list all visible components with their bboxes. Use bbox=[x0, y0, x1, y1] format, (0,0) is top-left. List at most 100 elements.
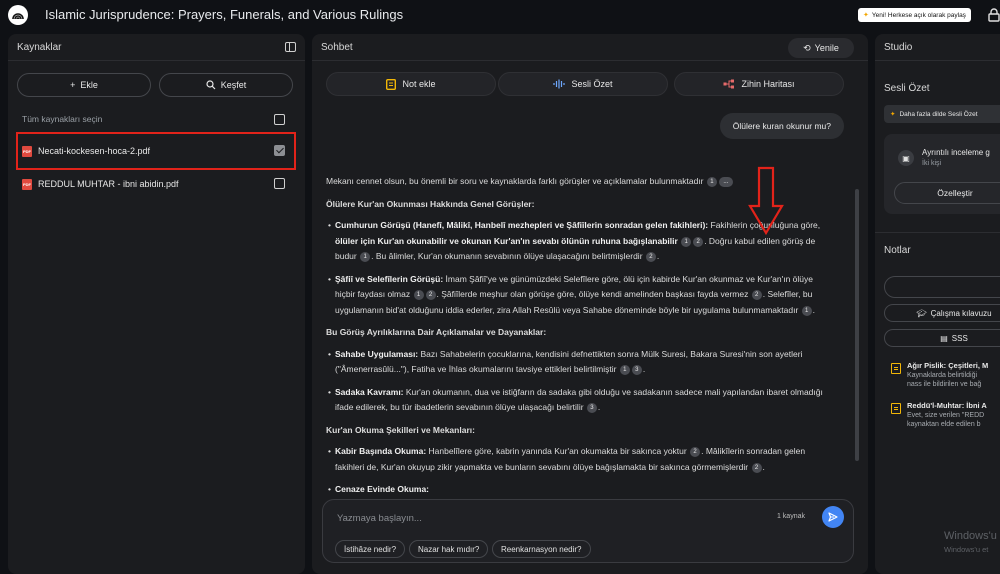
source-name: REDDUL MUHTAR - ibni abidin.pdf bbox=[38, 179, 179, 189]
audio-overview-card: ▣ Ayrıntılı inceleme g İki kişi Özelleşt… bbox=[884, 134, 1000, 214]
lock-icon[interactable] bbox=[988, 8, 1000, 22]
send-icon bbox=[828, 512, 838, 522]
citation-ref[interactable]: 1 bbox=[360, 252, 371, 262]
chat-title: Sohbet bbox=[321, 41, 353, 53]
add-source-label: Ekle bbox=[80, 80, 98, 90]
study-guide-label: Çalışma kılavuzu bbox=[930, 308, 992, 318]
graduation-cap-icon: 🎓︎ bbox=[916, 308, 927, 318]
source-count: 1 kaynak bbox=[776, 513, 805, 520]
select-all-checkbox[interactable] bbox=[274, 114, 285, 125]
study-guide-button[interactable]: 🎓︎ Çalışma kılavuzu bbox=[884, 304, 1000, 322]
bullet-bold: Sahabe Uygulaması: bbox=[335, 348, 419, 359]
note-body-line: Kaynaklarda belirtildiği bbox=[907, 372, 978, 379]
app-logo-icon[interactable] bbox=[8, 5, 28, 25]
refresh-button[interactable]: ⟲ Yenile bbox=[788, 38, 854, 58]
source-checkbox[interactable] bbox=[274, 178, 285, 189]
collapse-panel-icon[interactable] bbox=[285, 42, 296, 52]
sources-panel: Kaynaklar + Ekle Keşfet Tüm kaynakları s… bbox=[8, 34, 305, 574]
citation-ref[interactable]: 2 bbox=[690, 447, 701, 457]
citation-ref[interactable]: 2 bbox=[425, 290, 436, 300]
card-subtitle: İki kişi bbox=[922, 160, 942, 167]
discover-search-icon bbox=[206, 80, 216, 90]
add-source-button[interactable]: + Ekle bbox=[17, 73, 151, 97]
sources-title: Kaynaklar bbox=[17, 41, 62, 53]
refresh-icon: ⟲ bbox=[803, 42, 811, 53]
citation-ref[interactable]: 2 bbox=[751, 462, 762, 473]
citation-ref[interactable]: 1 bbox=[706, 177, 717, 187]
answer-bullet: Sadaka Kavramı: Kur'an okumanın, dua ve … bbox=[326, 385, 826, 416]
add-note-plus-button[interactable]: + bbox=[884, 276, 1000, 298]
bullet-text: Hanbelîlere göre, kabrin yanında Kur'an … bbox=[426, 446, 687, 456]
send-button[interactable] bbox=[822, 506, 844, 528]
suggestion-chip[interactable]: İstihâze nedir? bbox=[335, 540, 406, 558]
discover-sources-button[interactable]: Keşfet bbox=[159, 73, 293, 97]
sources-header: Kaynaklar bbox=[8, 34, 305, 61]
bullet-bold: Sadaka Kavramı: bbox=[335, 386, 404, 397]
chat-scrollbar[interactable] bbox=[855, 189, 859, 461]
note-body-line: nass ile bildirilen ve bağ bbox=[907, 381, 982, 388]
bullet-bold: Cumhurun Görüşü (Hanefî, Mâlikî, Hanbelî… bbox=[335, 220, 709, 230]
answer-bullet: Cenaze Evinde Okuma: bbox=[326, 482, 826, 498]
note-body: Evet, size verilen "REDD kaynaktan elde e… bbox=[907, 411, 984, 429]
chat-panel: Sohbet ⟲ Yenile Not ekle Sesli Özet Zihi… bbox=[312, 34, 868, 574]
studio-panel: Studio Sesli Özet ✦ Daha fazla dilde Ses… bbox=[875, 34, 1000, 574]
studio-header: Studio bbox=[875, 34, 1000, 61]
sparkle-icon: ✦ bbox=[890, 111, 896, 118]
bullet-text: . Şâfiîlerde meşhur olan görüşe göre, öl… bbox=[436, 289, 749, 299]
note-icon bbox=[386, 78, 397, 90]
note-title: Reddü'l-Muhtar: İbni A bbox=[907, 401, 987, 410]
pdf-icon: PDF bbox=[22, 178, 32, 190]
chat-header: Sohbet bbox=[312, 34, 868, 61]
chat-input-box: 1 kaynak İstihâze nedir? Nazar hak mıdır… bbox=[322, 499, 854, 563]
refresh-label: Yenile bbox=[814, 43, 839, 53]
note-body: Kaynaklarda belirtildiği nass ile bildiri… bbox=[907, 371, 981, 389]
bullet-bold: ölüler için Kur'an okunabilir ve okunan … bbox=[335, 235, 678, 246]
discover-label: Keşfet bbox=[220, 80, 247, 90]
more-languages-banner[interactable]: ✦ Daha fazla dilde Sesli Özet bbox=[884, 105, 1000, 123]
suggestion-chip[interactable]: Nazar hak mıdır? bbox=[409, 540, 489, 558]
mind-map-button[interactable]: Zihin Haritası bbox=[674, 72, 844, 96]
plus-icon: + bbox=[70, 80, 76, 90]
notebook-title[interactable]: Islamic Jurisprudence: Prayers, Funerals… bbox=[45, 7, 403, 22]
citation-ref[interactable]: 2 bbox=[645, 252, 656, 262]
citation-more[interactable]: ... bbox=[718, 177, 733, 187]
citation-ref[interactable]: 1 bbox=[681, 236, 692, 247]
bullet-bold: Cenaze Evinde Okuma: bbox=[335, 484, 430, 494]
note-icon bbox=[891, 403, 901, 414]
answer-bullet: Kabir Başında Okuma: Hanbelîlere göre, k… bbox=[326, 444, 826, 475]
bullet-bold: Kabir Başında Okuma: bbox=[335, 446, 427, 456]
citation-ref[interactable]: 3 bbox=[586, 403, 597, 413]
select-all-label: Tüm kaynakları seçin bbox=[22, 114, 103, 124]
citation-ref[interactable]: 2 bbox=[693, 236, 704, 247]
windows-activation-watermark: Windows'u bbox=[944, 530, 997, 542]
citation-ref[interactable]: 1 bbox=[619, 365, 630, 375]
studio-title: Studio bbox=[884, 41, 913, 53]
citation-ref[interactable]: 1 bbox=[801, 305, 812, 316]
bullet-text: Kur'an okumanın, dua ve istiğfarın da sa… bbox=[335, 386, 823, 413]
windows-activation-subtitle: Windows'u et bbox=[944, 545, 989, 554]
citation-ref[interactable]: 2 bbox=[751, 290, 762, 300]
annotation-arrow bbox=[748, 166, 784, 236]
answer-intro-text: Mekanı cennet olsun, bu önemli bir soru … bbox=[326, 176, 704, 186]
audio-summary-title: Sesli Özet bbox=[884, 83, 930, 94]
source-item[interactable]: PDF REDDUL MUHTAR - ibni abidin.pdf bbox=[22, 176, 179, 192]
chat-input[interactable] bbox=[337, 511, 757, 525]
citation-ref[interactable]: 3 bbox=[631, 365, 642, 375]
mind-map-label: Zihin Haritası bbox=[741, 79, 795, 89]
suggestion-chip[interactable]: Reenkarnasyon nedir? bbox=[492, 540, 591, 558]
user-message: Ölülere kuran okunur mu? bbox=[719, 113, 844, 139]
audio-summary-button[interactable]: Sesli Özet bbox=[498, 72, 668, 96]
share-public-button[interactable]: ✦ Yeni! Herkese açık olarak paylaş bbox=[858, 8, 971, 22]
mind-map-icon bbox=[723, 79, 735, 89]
note-title: Ağır Pislik: Çeşitleri, M bbox=[907, 361, 989, 370]
banner-text: Daha fazla dilde Sesli Özet bbox=[899, 110, 978, 118]
faq-button[interactable]: ▤ SSS bbox=[884, 329, 1000, 347]
citation-ref[interactable]: 1 bbox=[413, 290, 424, 300]
bullet-bold: Şâfiî ve Selefîlerin Görüşü: bbox=[335, 273, 444, 284]
faq-label: SSS bbox=[951, 333, 968, 343]
add-note-button[interactable]: Not ekle bbox=[326, 72, 496, 96]
sparkle-icon: ✦ bbox=[863, 12, 869, 19]
answer-bullet: Şâfiî ve Selefîlerin Görüşü: İmam Şâfiî'… bbox=[326, 272, 826, 319]
customize-button[interactable]: Özelleştir bbox=[894, 182, 1000, 204]
studio-divider bbox=[875, 232, 1000, 233]
